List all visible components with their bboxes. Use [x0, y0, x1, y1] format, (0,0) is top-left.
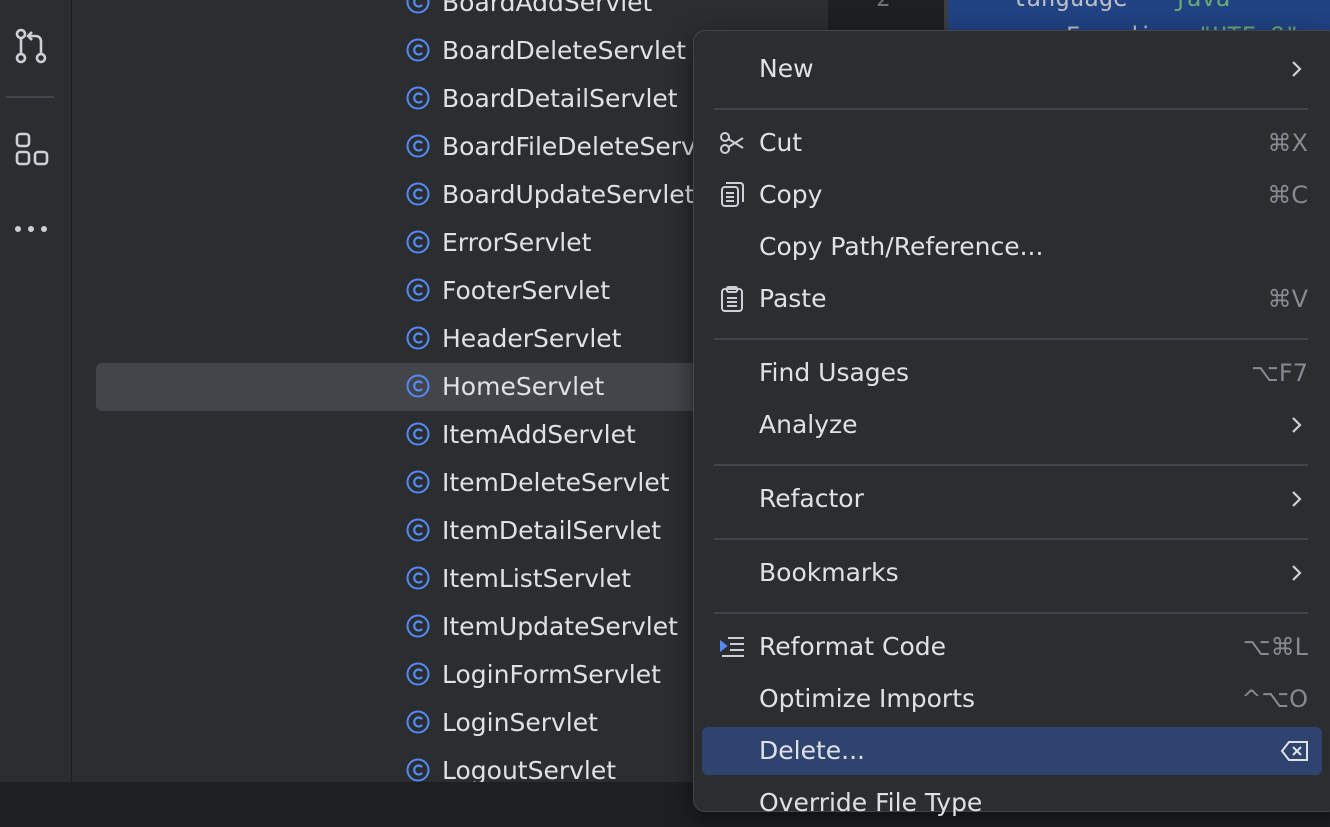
menu-separator [714, 338, 1308, 340]
menu-item-shortcut: ^⌥O [1241, 685, 1308, 713]
menu-item-label: Copy [759, 180, 823, 209]
java-class-icon [406, 470, 430, 494]
tree-item-label: ItemUpdateServlet [442, 612, 678, 641]
menu-item-shortcut: ⌘V [1267, 285, 1308, 313]
menu-item-label: Bookmarks [759, 558, 899, 587]
menu-item-override-file-type[interactable]: Override File Type [702, 779, 1322, 827]
menu-item-label: Cut [759, 128, 803, 157]
tree-item-label: BoardDetailServlet [442, 84, 678, 113]
java-class-icon [406, 134, 430, 158]
menu-item-optimize-imports[interactable]: Optimize Imports ^⌥O [702, 675, 1322, 723]
tree-item-label: BoardFileDeleteServlet [442, 132, 728, 161]
menu-item-copy-path-reference[interactable]: Copy Path/Reference... [702, 223, 1322, 271]
menu-item-label: New [759, 54, 814, 83]
tree-item-label: BoardUpdateServlet [442, 180, 695, 209]
structure-icon[interactable] [10, 128, 52, 170]
menu-item-new[interactable]: New [702, 45, 1322, 93]
menu-separator [714, 108, 1308, 110]
chevron-right-icon [1286, 563, 1306, 583]
pull-requests-icon[interactable] [10, 25, 52, 67]
paste-icon [718, 285, 746, 313]
java-class-icon [406, 566, 430, 590]
tree-item[interactable]: BoardAddServlet [96, 0, 816, 27]
menu-item-refactor[interactable]: Refactor [702, 475, 1322, 523]
java-class-icon [406, 0, 430, 14]
menu-item-find-usages[interactable]: Find Usages ⌥F7 [702, 349, 1322, 397]
menu-item-label: Delete... [759, 736, 865, 765]
tree-item-label: BoardAddServlet [442, 0, 653, 17]
context-menu: New Cut ⌘X Copy ⌘C Copy Path/Reference... Past… [693, 30, 1330, 817]
code-string: "java" [1158, 0, 1245, 12]
menu-item-paste[interactable]: Paste ⌘V [702, 275, 1322, 323]
tree-item-label: HeaderServlet [442, 324, 622, 353]
scissors-icon [718, 129, 746, 157]
java-class-icon [406, 518, 430, 542]
reformat-icon [718, 633, 746, 661]
menu-item-label: Reformat Code [759, 632, 946, 661]
tree-item-label: LoginFormServlet [442, 660, 661, 689]
tree-item-label: ErrorServlet [442, 228, 592, 257]
java-class-icon [406, 86, 430, 110]
tree-item-label: FooterServlet [442, 276, 610, 305]
code-attribute: language [1012, 0, 1128, 12]
menu-separator [714, 538, 1308, 540]
line-number: 2 [876, 0, 890, 12]
menu-separator [714, 464, 1308, 466]
menu-item-label: Analyze [759, 410, 858, 439]
tree-item-label: HomeServlet [442, 372, 605, 401]
menu-item-copy[interactable]: Copy ⌘C [702, 171, 1322, 219]
menu-item-delete[interactable]: Delete... [702, 727, 1322, 775]
menu-item-label: Find Usages [759, 358, 910, 387]
java-class-icon [406, 38, 430, 62]
tool-window-strip [0, 0, 72, 782]
menu-item-label: Refactor [759, 484, 864, 513]
menu-item-shortcut: ⌘C [1267, 181, 1308, 209]
chevron-right-icon [1286, 59, 1306, 79]
java-class-icon [406, 422, 430, 446]
menu-item-bookmarks[interactable]: Bookmarks [702, 549, 1322, 597]
tree-item-label: LogoutServlet [442, 756, 617, 782]
tree-item-label: ItemDeleteServlet [442, 468, 670, 497]
java-class-icon [406, 374, 430, 398]
menu-item-label: Override File Type [759, 788, 983, 817]
tree-item-label: ItemListServlet [442, 564, 632, 593]
menu-item-shortcut: ⌘X [1267, 129, 1308, 157]
more-tools-icon[interactable] [10, 207, 52, 249]
copy-icon [718, 181, 746, 209]
menu-item-shortcut: ⌥⌘L [1242, 633, 1308, 661]
menu-item-analyze[interactable]: Analyze [702, 401, 1322, 449]
java-class-icon [406, 326, 430, 350]
tree-item-label: ItemDetailServlet [442, 516, 662, 545]
tool-strip-separator [6, 96, 54, 98]
java-class-icon [406, 614, 430, 638]
java-class-icon [406, 230, 430, 254]
menu-item-shortcut: ⌥F7 [1251, 359, 1308, 387]
delete-key-icon [1280, 739, 1310, 763]
chevron-right-icon [1286, 415, 1306, 435]
tree-item-label: BoardDeleteServlet [442, 36, 687, 65]
tree-item-label: LoginServlet [442, 708, 598, 737]
chevron-right-icon [1286, 489, 1306, 509]
java-class-icon [406, 182, 430, 206]
tree-item-label: ItemAddServlet [442, 420, 636, 449]
java-class-icon [406, 758, 430, 782]
java-class-icon [406, 662, 430, 686]
menu-item-cut[interactable]: Cut ⌘X [702, 119, 1322, 167]
menu-item-label: Optimize Imports [759, 684, 976, 713]
java-class-icon [406, 278, 430, 302]
menu-separator [714, 612, 1308, 614]
java-class-icon [406, 710, 430, 734]
menu-item-label: Paste [759, 284, 827, 313]
menu-item-reformat-code[interactable]: Reformat Code ⌥⌘L [702, 623, 1322, 671]
menu-item-label: Copy Path/Reference... [759, 232, 1044, 261]
